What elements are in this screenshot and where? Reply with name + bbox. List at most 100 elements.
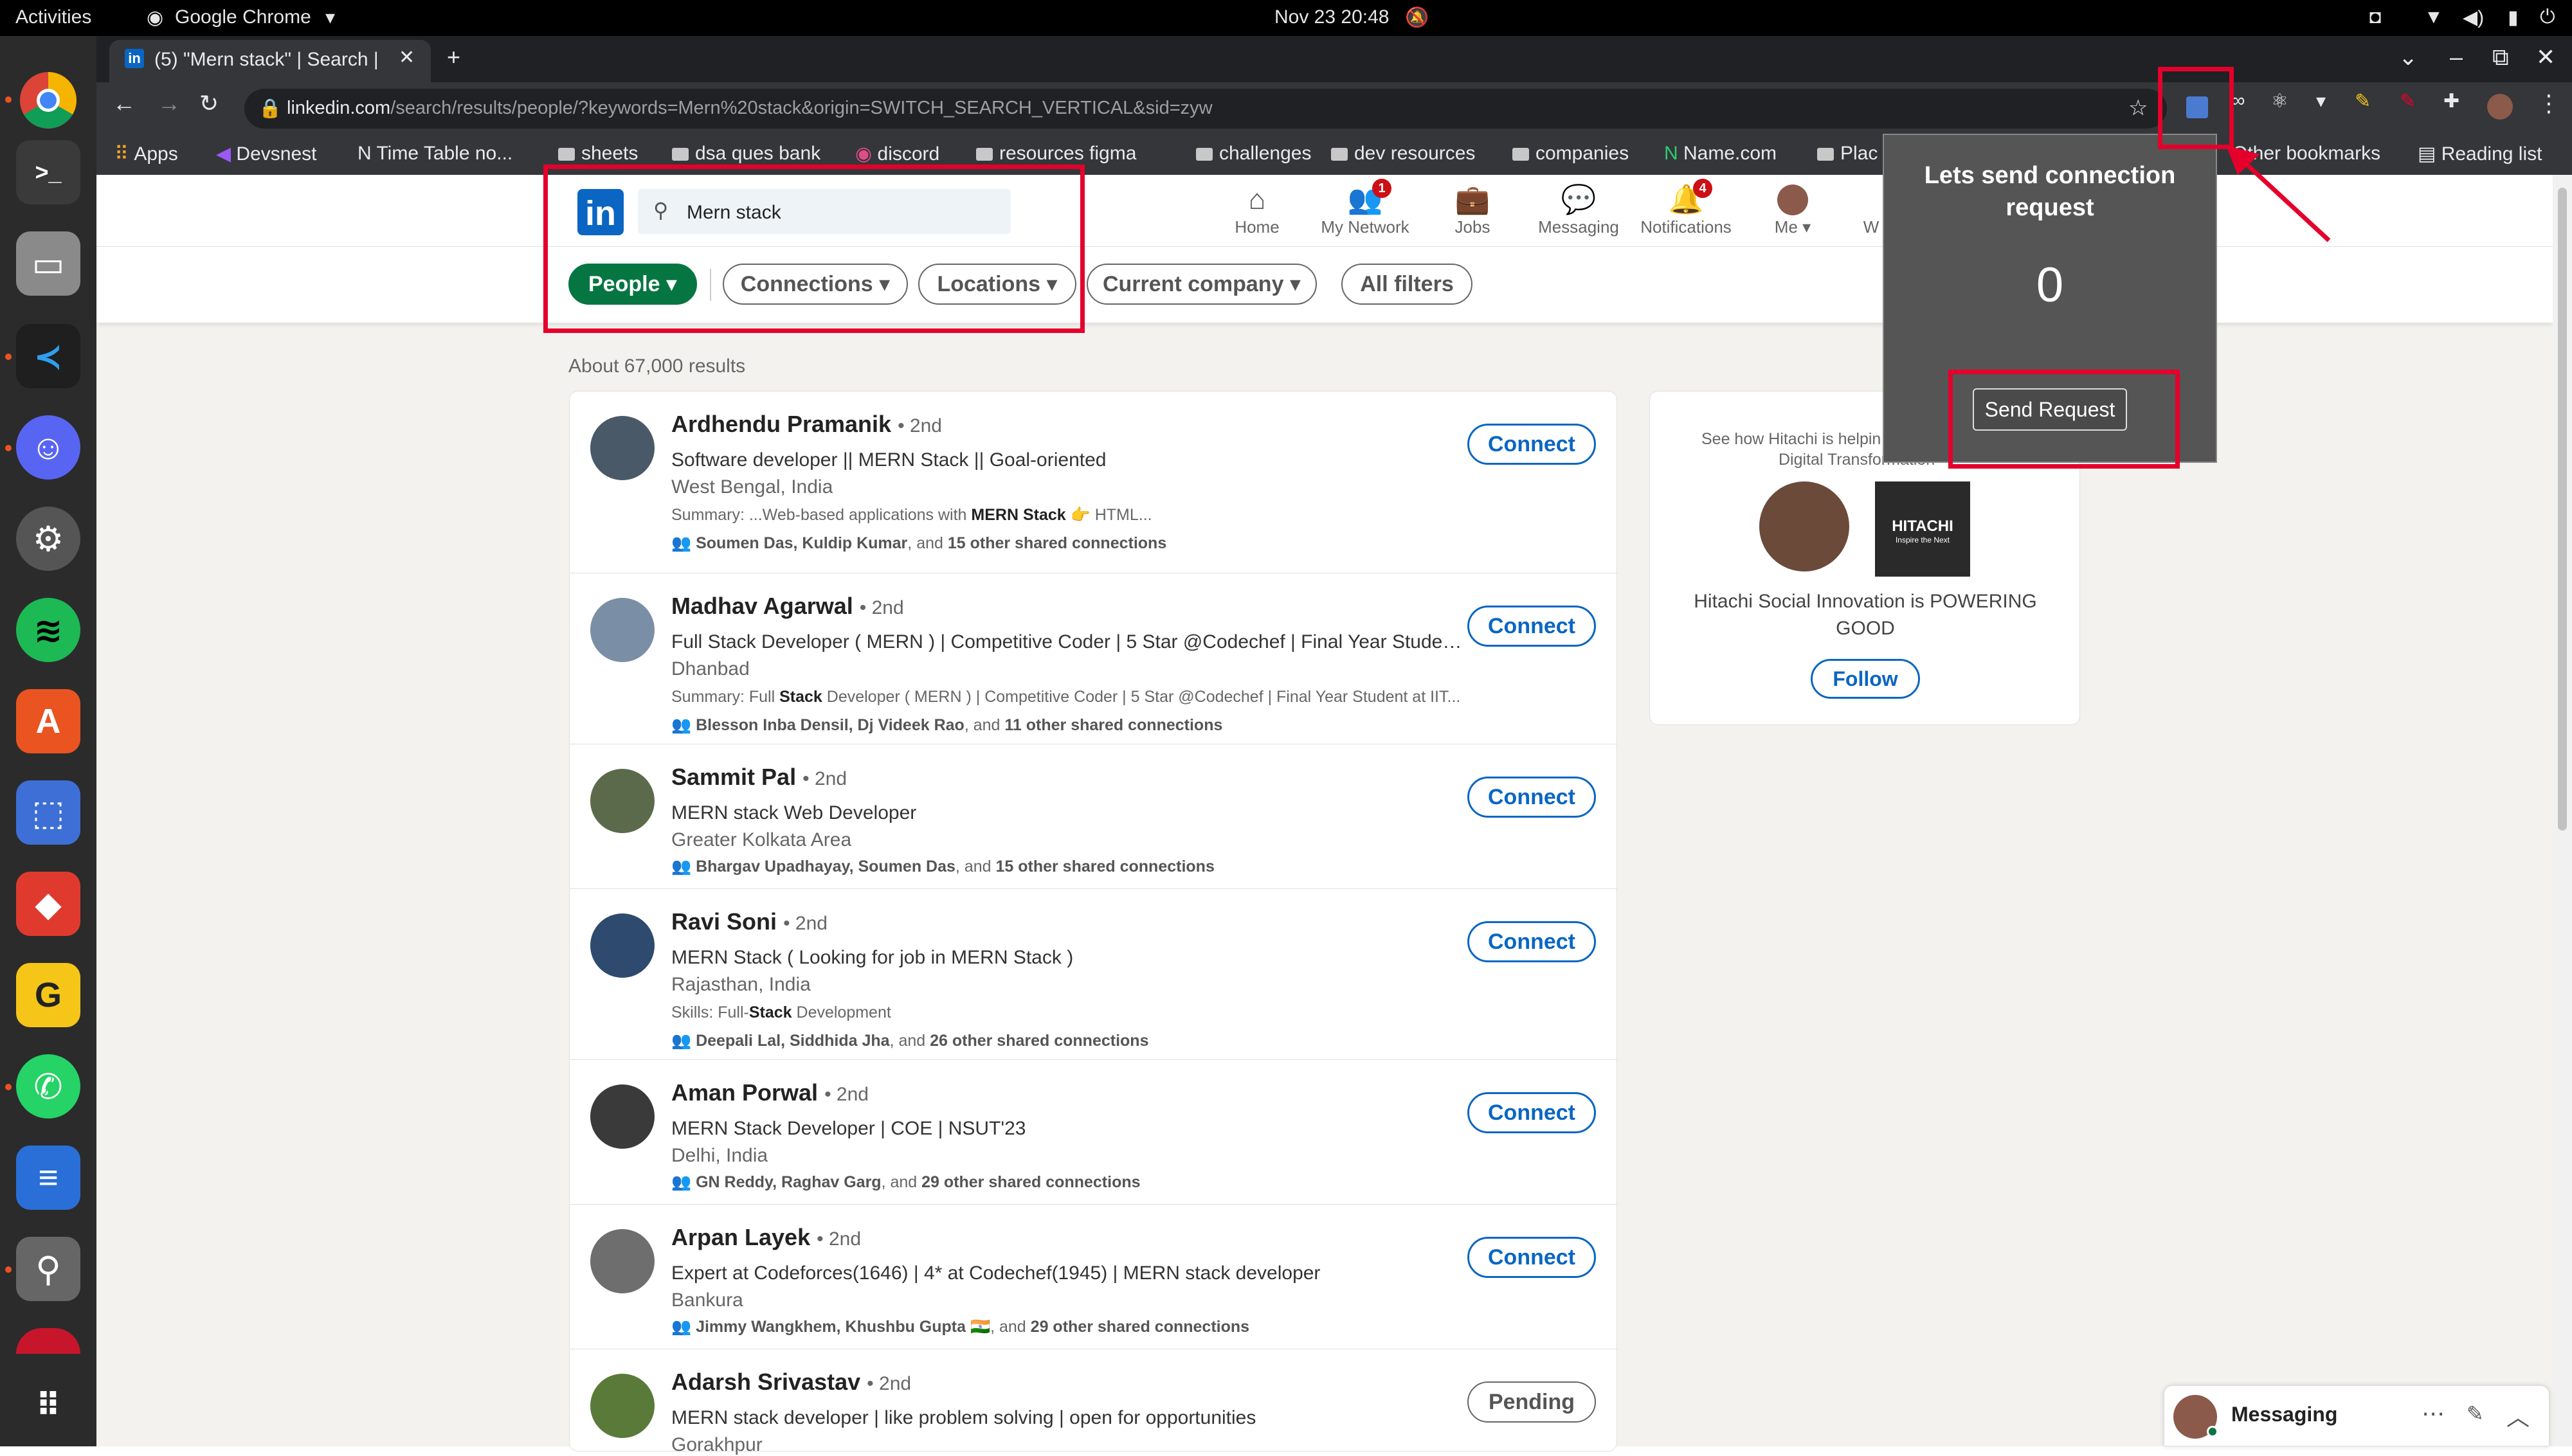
app-menu[interactable]: Google Chrome (175, 6, 311, 28)
maximize-icon[interactable]: ⧉ (2492, 44, 2509, 71)
reload-icon[interactable]: ↻ (199, 90, 219, 117)
bookmark-apps[interactable]: ⠿ Apps (114, 143, 178, 165)
chrome-icon[interactable] (16, 68, 80, 132)
connect-button[interactable]: Connect (1467, 606, 1596, 647)
bookmark-timetable[interactable]: N Time Table no... (358, 143, 512, 165)
list-item[interactable]: Arpan Layek • 2nd Expert at Codeforces(1… (570, 1205, 1618, 1349)
connect-button[interactable]: Connect (1467, 424, 1596, 465)
anydesk-icon[interactable]: ◆ (16, 872, 80, 936)
person-name[interactable]: Sammit Pal • 2nd (671, 764, 847, 791)
person-name[interactable]: Madhav Agarwal • 2nd (671, 593, 904, 620)
discord-tray-icon[interactable]: ◘ (2369, 6, 2381, 28)
show-apps-icon[interactable]: ⠿ (16, 1373, 80, 1437)
back-icon[interactable]: ← (113, 90, 136, 117)
connect-button[interactable]: Connect (1467, 1092, 1596, 1133)
avatar[interactable] (590, 1229, 655, 1293)
bookmark-challenges[interactable]: challenges (1196, 143, 1311, 165)
person-name[interactable]: Ardhendu Pramanik • 2nd (671, 411, 942, 438)
person-name[interactable]: Ravi Soni • 2nd (671, 908, 828, 935)
list-item[interactable]: Sammit Pal • 2nd MERN stack Web Develope… (570, 744, 1618, 889)
discord-icon[interactable]: ☺ (16, 415, 80, 480)
compose-icon[interactable]: ✎ (2467, 1401, 2484, 1426)
chrome-menu-icon[interactable]: ⋮ (2537, 90, 2560, 117)
shared-connections[interactable]: 👥 Bhargav Upadhayay, Soumen Das, and 15 … (671, 858, 1215, 876)
messaging-bar[interactable]: Messaging ⋯ ✎ ︿ (2164, 1385, 2549, 1446)
battery-icon[interactable]: ▮ (2508, 6, 2519, 29)
extension-dropper-icon[interactable]: ▾ (2316, 90, 2326, 112)
chevron-up-icon[interactable]: ︿ (2506, 1399, 2530, 1432)
follow-button[interactable]: Follow (1811, 659, 1920, 699)
scrollbar[interactable] (2553, 175, 2572, 1446)
hitachi-logo[interactable]: HITACHI Inspire the Next (1875, 481, 1970, 577)
list-item[interactable]: Madhav Agarwal • 2nd Full Stack Develope… (570, 573, 1618, 744)
activities-button[interactable]: Activities (15, 6, 91, 28)
spotify-icon[interactable]: ≋ (16, 598, 80, 662)
person-name[interactable]: Adarsh Srivastav • 2nd (671, 1369, 911, 1396)
shared-connections[interactable]: 👥 GN Reddy, Raghav Garg, and 29 other sh… (671, 1173, 1141, 1192)
filter-all[interactable]: All filters (1341, 264, 1472, 305)
wifi-icon[interactable]: ▼ (2424, 6, 2443, 28)
avatar[interactable] (590, 1374, 655, 1438)
bookmark-namecom[interactable]: N Name.com (1664, 143, 1777, 165)
bookmark-dev-resources[interactable]: dev resources (1331, 143, 1475, 165)
vscode-icon[interactable]: ≺ (16, 324, 80, 388)
avatar[interactable] (590, 598, 655, 662)
bookmark-companies[interactable]: companies (1512, 143, 1629, 165)
nav-jobs[interactable]: 💼 Jobs (1418, 183, 1527, 237)
list-item[interactable]: Ravi Soni • 2nd MERN Stack ( Looking for… (570, 889, 1618, 1060)
minimize-icon[interactable]: – (2450, 44, 2463, 71)
search-tool-icon[interactable]: ⚲ (16, 1237, 80, 1301)
avatar[interactable] (590, 769, 655, 833)
more-icon[interactable]: ⋯ (2422, 1400, 2445, 1427)
forward-icon[interactable]: → (158, 90, 181, 117)
tab-linkedin[interactable]: in (5) "Mern stack" | Search | ✕ (109, 40, 431, 82)
shared-connections[interactable]: 👥 Deepali Lal, Siddhida Jha, and 26 othe… (671, 1032, 1148, 1050)
avatar[interactable] (590, 913, 655, 978)
extensions-puzzle-icon[interactable]: ✚ (2443, 90, 2459, 112)
nav-me[interactable]: Me ▾ (1738, 183, 1847, 237)
tab-search-icon[interactable]: ⌄ (2398, 44, 2418, 71)
pending-button[interactable]: Pending (1467, 1381, 1596, 1423)
list-item[interactable]: Adarsh Srivastav • 2nd MERN stack develo… (570, 1349, 1618, 1455)
scrollbar-thumb[interactable] (2558, 188, 2567, 831)
shared-connections[interactable]: 👥 Blesson Inba Densil, Dj Videek Rao, an… (671, 716, 1222, 735)
bookmark-star-icon[interactable]: ☆ (2128, 95, 2148, 121)
close-window-icon[interactable]: ✕ (2536, 44, 2555, 71)
avatar[interactable] (590, 1084, 655, 1149)
person-name[interactable]: Arpan Layek • 2nd (671, 1224, 861, 1251)
settings-icon[interactable]: ⚙ (16, 507, 80, 571)
writer-icon[interactable]: ≡ (16, 1146, 80, 1210)
list-item[interactable]: Ardhendu Pramanik • 2nd Software develop… (570, 391, 1618, 573)
volume-icon[interactable]: ◀) (2463, 6, 2484, 29)
bookmark-sheets[interactable]: sheets (558, 143, 638, 165)
sticky-notes-icon[interactable]: G (16, 963, 80, 1027)
close-tab-icon[interactable]: ✕ (399, 46, 415, 69)
clock[interactable]: Nov 23 20:48 (1274, 6, 1389, 28)
connect-button[interactable]: Connect (1467, 777, 1596, 818)
reading-list[interactable]: ▤ Reading list (2418, 143, 2542, 165)
connect-button[interactable]: Connect (1467, 1237, 1596, 1278)
nav-my-network[interactable]: 👥 1 My Network (1310, 179, 1420, 237)
profile-avatar[interactable] (2487, 94, 2513, 120)
new-tab-icon[interactable]: + (447, 44, 460, 71)
person-name[interactable]: Aman Porwal • 2nd (671, 1079, 869, 1106)
whatsapp-icon[interactable]: ✆ (16, 1054, 80, 1119)
avatar[interactable] (590, 416, 655, 480)
extension-pen-icon[interactable]: ✎ (2400, 90, 2416, 112)
nav-messaging[interactable]: 💬 Messaging (1524, 183, 1633, 237)
filter-current-company[interactable]: Current company ▾ (1087, 264, 1317, 305)
list-item[interactable]: Aman Porwal • 2nd MERN Stack Developer |… (570, 1060, 1618, 1205)
address-bar[interactable]: 🔒 linkedin.com/search/results/people/?ke… (244, 89, 2167, 129)
shared-connections[interactable]: 👥 Soumen Das, Kuldip Kumar, and 15 other… (671, 534, 1166, 553)
shared-connections[interactable]: 👥 Jimmy Wangkhem, Khushbu Gupta 🇮🇳, and … (671, 1318, 1249, 1336)
screenshot-icon[interactable]: ⬚ (16, 780, 80, 845)
nav-notifications[interactable]: 🔔 4 Notifications (1631, 179, 1741, 237)
files-icon[interactable]: ▭ (16, 231, 80, 296)
connect-button[interactable]: Connect (1467, 921, 1596, 962)
bookmark-figma[interactable]: resources figma (976, 143, 1136, 165)
app-icon[interactable] (16, 1328, 80, 1354)
nav-home[interactable]: ⌂ Home (1202, 183, 1312, 237)
bookmark-plac[interactable]: Plac (1817, 143, 1878, 165)
extension-react-icon[interactable]: ⚛ (2271, 90, 2288, 112)
bookmark-dsa[interactable]: dsa ques bank (672, 143, 820, 165)
